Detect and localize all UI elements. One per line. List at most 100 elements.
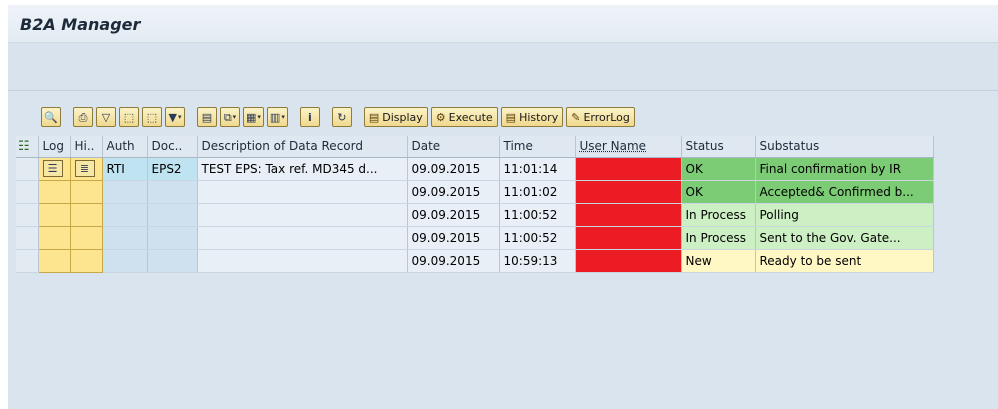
set-filter-icon: ▼ <box>168 110 177 124</box>
info-button[interactable]: i <box>299 107 320 127</box>
date-cell: 09.09.2015 <box>407 226 500 250</box>
time-cell: 11:01:14 <box>499 157 576 181</box>
col-user-name[interactable]: User Name <box>575 136 682 158</box>
substatus-cell: Ready to be sent <box>755 249 934 273</box>
doc-cell <box>147 249 198 273</box>
find-icon: ⬚ <box>123 110 135 124</box>
col-doc[interactable]: Doc.. <box>147 136 198 158</box>
substatus-cell: Polling <box>755 203 934 227</box>
application-toolbar <box>8 43 998 91</box>
log-cell[interactable] <box>37 225 71 250</box>
col-log[interactable]: Log <box>38 136 71 158</box>
col-date[interactable]: Date <box>407 136 500 158</box>
main-area: 🔍 ⎙ ▽ ⬚ ⬚ ▼ ▾ ▤ ⧉ ▾ ▦ ▾ ▥ ▾ i ↻ ▤ Display ⚙ Ex… <box>8 91 998 409</box>
substatus-cell: Sent to the Gov. Gate... <box>755 226 934 250</box>
info-icon: i <box>307 110 312 124</box>
history-cell[interactable]: ≣ <box>69 156 103 181</box>
date-cell: 09.09.2015 <box>407 157 500 181</box>
row-selector[interactable] <box>16 226 39 250</box>
doc-cell: EPS2 <box>147 157 198 181</box>
history-cell[interactable] <box>69 202 103 227</box>
row-selector[interactable] <box>16 203 39 227</box>
time-cell: 10:59:13 <box>499 249 576 273</box>
auth-cell <box>102 226 148 250</box>
status-cell: In Process <box>681 226 756 250</box>
find-button[interactable]: ⬚ <box>119 107 139 127</box>
layout-button[interactable]: ▦ ▾ <box>243 107 264 127</box>
col-status[interactable]: Status <box>681 136 756 158</box>
records-table: ☷ Log Hi.. Auth Doc.. Description of Dat… <box>16 136 934 273</box>
history-button[interactable]: ▤ History <box>500 107 564 127</box>
row-selector[interactable] <box>16 249 39 273</box>
log-cell[interactable] <box>37 179 71 204</box>
log-icon[interactable]: ☰ <box>42 160 63 177</box>
table-row[interactable]: ☰ ≣ RTI EPS2 TEST EPS: Tax ref. MD345 d.… <box>16 156 934 181</box>
errorlog-button[interactable]: ✎ ErrorLog <box>566 107 635 127</box>
col-description[interactable]: Description of Data Record <box>197 136 408 158</box>
time-cell: 11:00:52 <box>499 226 576 250</box>
auth-cell: RTI <box>102 157 148 181</box>
print-button[interactable]: ⎙ <box>73 107 93 127</box>
table-row[interactable]: 09.09.2015 11:01:02 OK Accepted& Confirm… <box>16 179 934 204</box>
dropdown-icon: ▾ <box>177 113 182 121</box>
columns-button[interactable]: ▥ ▾ <box>266 107 288 127</box>
dropdown-icon: ▾ <box>232 113 237 121</box>
display-icon: ▤ <box>368 110 380 124</box>
history-icon: ▤ <box>505 110 517 124</box>
description-cell <box>197 249 408 273</box>
dropdown-icon: ▾ <box>257 113 261 121</box>
table-row[interactable]: 09.09.2015 11:00:52 In Process Sent to t… <box>16 225 934 250</box>
user-name-cell-redacted <box>575 249 682 273</box>
log-cell[interactable] <box>37 202 71 227</box>
auth-cell <box>102 180 148 204</box>
display-button[interactable]: ▤ Display <box>363 107 428 127</box>
history-cell[interactable] <box>69 225 103 250</box>
status-cell: OK <box>681 180 756 204</box>
col-hi[interactable]: Hi.. <box>70 136 103 158</box>
row-selector[interactable] <box>16 157 39 181</box>
history-doc-icon[interactable]: ≣ <box>74 160 95 177</box>
status-cell: In Process <box>681 203 756 227</box>
find-next-button[interactable]: ⬚ <box>142 107 162 127</box>
print-icon: ⎙ <box>78 110 88 124</box>
window: B2A Manager 🔍 ⎙ ▽ ⬚ ⬚ ▼ ▾ ▤ ⧉ ▾ ▦ ▾ ▥ ▾ i ↻ … <box>8 5 998 409</box>
description-cell <box>197 203 408 227</box>
user-name-cell-redacted <box>575 180 682 204</box>
filter-icon: ▽ <box>101 110 111 124</box>
find-next-icon: ⬚ <box>146 110 158 124</box>
refresh-button[interactable]: ↻ <box>331 107 352 127</box>
details-button[interactable]: 🔍 <box>41 107 61 127</box>
user-name-cell-redacted <box>575 203 682 227</box>
execute-button[interactable]: ⚙ Execute <box>430 107 498 127</box>
errorlog-icon: ✎ <box>571 110 581 124</box>
col-auth[interactable]: Auth <box>102 136 148 158</box>
dropdown-icon: ▾ <box>281 113 285 121</box>
date-cell: 09.09.2015 <box>407 249 500 273</box>
description-cell: TEST EPS: Tax ref. MD345 d... <box>197 157 408 181</box>
col-time[interactable]: Time <box>499 136 576 158</box>
status-cell: OK <box>681 157 756 181</box>
table-header: ☷ Log Hi.. Auth Doc.. Description of Dat… <box>16 136 934 158</box>
col-substatus[interactable]: Substatus <box>755 136 934 158</box>
spreadsheet-icon: ⧉ <box>223 110 232 124</box>
user-name-cell-redacted <box>575 157 682 181</box>
table-row[interactable]: 09.09.2015 10:59:13 New Ready to be sent <box>16 248 934 273</box>
set-filter-button[interactable]: ▼ ▾ <box>165 107 185 127</box>
status-cell: New <box>681 249 756 273</box>
date-cell: 09.09.2015 <box>407 203 500 227</box>
log-cell[interactable] <box>37 248 71 273</box>
history-cell[interactable] <box>69 179 103 204</box>
alv-toolbar: 🔍 ⎙ ▽ ⬚ ⬚ ▼ ▾ ▤ ⧉ ▾ ▦ ▾ ▥ ▾ i ↻ ▤ Display ⚙ Ex… <box>41 106 635 128</box>
log-cell[interactable]: ☰ <box>37 156 71 181</box>
history-cell[interactable] <box>69 248 103 273</box>
select-all-icon: ☷ <box>18 138 30 154</box>
filter-button[interactable]: ▽ <box>96 107 116 127</box>
row-selector[interactable] <box>16 180 39 204</box>
select-all-cell[interactable]: ☷ <box>16 136 39 158</box>
table-row[interactable]: 09.09.2015 11:00:52 In Process Polling <box>16 202 934 227</box>
spreadsheet-button[interactable]: ⧉ ▾ <box>220 107 240 127</box>
description-cell <box>197 180 408 204</box>
doc-cell <box>147 203 198 227</box>
export-button[interactable]: ▤ <box>197 107 217 127</box>
auth-cell <box>102 203 148 227</box>
